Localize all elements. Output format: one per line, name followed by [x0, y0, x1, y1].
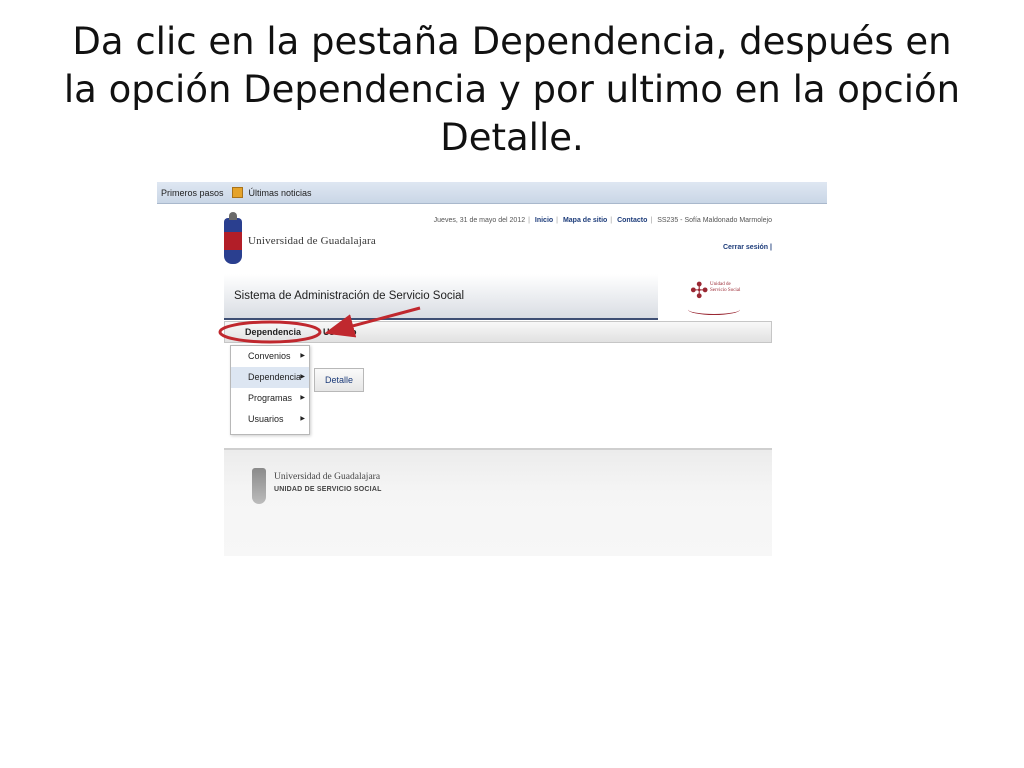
menu-item-programas[interactable]: Programas ▶ [231, 388, 309, 409]
link-mapa-de-sitio[interactable]: Mapa de sitio [563, 217, 607, 224]
tab-usuario[interactable]: Usuario [323, 327, 357, 337]
system-banner: Sistema de Administración de Servicio So… [224, 274, 658, 320]
page-footer: Universidad de Guadalajara UNIDAD DE SER… [224, 448, 772, 556]
web-page: Jueves, 31 de mayo del 2012 | Inicio | Map… [224, 204, 772, 556]
submenu-item-detalle[interactable]: Detalle [314, 368, 364, 392]
udg-logo[interactable]: Universidad de Guadalajara [224, 212, 376, 264]
slide-title-line-3: Detalle. [440, 116, 584, 159]
menu-item-label: Dependencia [248, 372, 302, 382]
dependencia-dropdown: Convenios ▶ Dependencia ▶ Programas ▶ Us… [230, 345, 310, 435]
tab-dependencia[interactable]: Dependencia [245, 327, 301, 337]
uss-logo-icon: ✣ Unidad de Servicio Social [686, 274, 746, 318]
footer-logo: Universidad de Guadalajara UNIDAD DE SER… [252, 468, 382, 504]
header-user: SS235 - Sofía Maldonado Marmolejo [657, 217, 772, 224]
link-inicio[interactable]: Inicio [535, 217, 553, 224]
slide-title-line-2: la opción Dependencia y por ultimo en la… [63, 68, 961, 111]
bookmark-ultimas-noticias[interactable]: Últimas noticias [249, 188, 312, 198]
submenu-arrow-icon: ▶ [300, 395, 305, 401]
menu-item-label: Convenios [248, 351, 291, 361]
submenu-arrow-icon: ▶ [300, 374, 305, 380]
footer-unit: UNIDAD DE SERVICIO SOCIAL [274, 486, 382, 493]
slide-title: Da clic en la pestaña Dependencia, despu… [40, 18, 984, 162]
menu-item-label: Programas [248, 393, 293, 403]
logout-link[interactable]: Cerrar sesión | [723, 244, 772, 251]
header-links: Jueves, 31 de mayo del 2012 | Inicio | Map… [433, 217, 772, 224]
menu-item-dependencia[interactable]: Dependencia ▶ [231, 367, 309, 388]
udg-seal-icon [252, 468, 266, 504]
link-contacto[interactable]: Contacto [617, 217, 647, 224]
slide-title-line-1: Da clic en la pestaña Dependencia, despu… [72, 20, 952, 63]
system-title: Sistema de Administración de Servicio So… [234, 290, 465, 302]
uss-logo-line-2: Servicio Social [710, 288, 741, 293]
menu-item-usuarios[interactable]: Usuarios ▶ [231, 409, 309, 430]
footer-university: Universidad de Guadalajara [274, 472, 381, 482]
udg-name: Universidad de Guadalajara [248, 235, 376, 247]
menu-item-label: Usuarios [248, 414, 284, 424]
main-menu-bar: Dependencia Usuario [224, 321, 772, 343]
bookmark-primeros-pasos[interactable]: Primeros pasos [161, 188, 224, 198]
udg-seal-icon [224, 212, 242, 264]
bookmark-folder-icon [231, 187, 243, 198]
header-date: Jueves, 31 de mayo del 2012 [433, 217, 526, 224]
embedded-screenshot: Primeros pasos Últimas noticias Jueves, … [157, 182, 827, 556]
submenu-arrow-icon: ▶ [300, 353, 305, 359]
submenu-arrow-icon: ▶ [300, 416, 305, 422]
browser-bookmarks-bar: Primeros pasos Últimas noticias [157, 182, 827, 204]
menu-item-convenios[interactable]: Convenios ▶ [231, 346, 309, 367]
